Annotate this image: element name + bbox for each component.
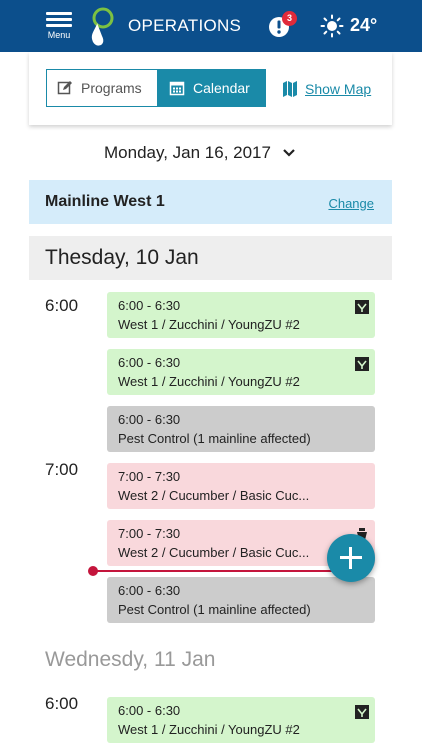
event-card[interactable]: 6:00 - 6:30 West 1 / Zucchini / YoungZU … bbox=[107, 697, 375, 743]
program-icon bbox=[355, 357, 369, 371]
alert-count-badge: 3 bbox=[282, 11, 297, 26]
current-time-line bbox=[93, 570, 355, 572]
change-mainline-link[interactable]: Change bbox=[328, 196, 374, 211]
event-label: Pest Control (1 mainline affected) bbox=[118, 602, 311, 617]
event-label: West 1 / Zucchini / YoungZU #2 bbox=[118, 374, 300, 389]
event-card[interactable]: 7:00 - 7:30 West 2 / Cucumber / Basic Cu… bbox=[107, 463, 375, 509]
event-time: 7:00 - 7:30 bbox=[118, 526, 181, 541]
drop-logo-icon bbox=[91, 7, 114, 46]
alerts-button[interactable]: 3 bbox=[266, 11, 298, 40]
show-map-label: Show Map bbox=[305, 81, 372, 97]
selected-date: Monday, Jan 16, 2017 bbox=[104, 143, 271, 162]
menu-button[interactable]: Menu bbox=[44, 10, 74, 42]
menu-label: Menu bbox=[47, 30, 71, 40]
menu-icon bbox=[46, 12, 72, 15]
view-tabs: Programs Calendar bbox=[46, 69, 266, 107]
time-label: 6:00 bbox=[45, 694, 79, 713]
day-header: Thesday, 10 Jan bbox=[29, 236, 392, 280]
view-switcher-card: Programs Calendar Show Map bbox=[29, 52, 392, 125]
sun-icon bbox=[320, 14, 344, 38]
tab-calendar-label: Calendar bbox=[193, 80, 250, 96]
plus-icon-stroke bbox=[349, 547, 352, 569]
event-time: 6:00 - 6:30 bbox=[118, 355, 181, 370]
menu-icon-bar bbox=[46, 18, 72, 21]
mainline-name: Mainline West 1 bbox=[45, 193, 165, 210]
event-card[interactable]: 6:00 - 6:30 Pest Control (1 mainline aff… bbox=[107, 406, 375, 452]
event-card[interactable]: 6:00 - 6:30 West 1 / Zucchini / YoungZU … bbox=[107, 292, 375, 338]
show-map-link[interactable]: Show Map bbox=[283, 79, 371, 99]
event-label: West 1 / Zucchini / YoungZU #2 bbox=[118, 722, 300, 737]
app-title: OPERATIONS bbox=[128, 16, 242, 35]
top-bar: Menu OPERATIONS 3 24° bbox=[0, 0, 422, 52]
event-time: 6:00 - 6:30 bbox=[118, 583, 181, 598]
date-selector[interactable]: Monday, Jan 16, 2017 bbox=[104, 142, 295, 164]
time-label: 7:00 bbox=[45, 460, 79, 479]
event-label: Pest Control (1 mainline affected) bbox=[118, 431, 311, 446]
event-card[interactable]: 6:00 - 6:30 Pest Control (1 mainline aff… bbox=[107, 577, 375, 623]
event-label: West 2 / Cucumber / Basic Cuc... bbox=[118, 488, 310, 503]
chevron-down-icon bbox=[283, 149, 295, 157]
add-event-button[interactable] bbox=[327, 534, 375, 582]
day-header: Wednesdy, 11 Jan bbox=[29, 638, 392, 682]
tab-programs-label: Programs bbox=[81, 80, 142, 96]
event-label: West 1 / Zucchini / YoungZU #2 bbox=[118, 317, 300, 332]
event-time: 6:00 - 6:30 bbox=[118, 298, 181, 313]
event-time: 7:00 - 7:30 bbox=[118, 469, 181, 484]
time-label: 6:00 bbox=[45, 296, 79, 315]
program-icon bbox=[355, 300, 369, 314]
mainline-bar: Mainline West 1 Change bbox=[29, 180, 392, 224]
calendar-icon bbox=[169, 81, 185, 96]
edit-icon bbox=[57, 81, 72, 95]
event-card[interactable]: 6:00 - 6:30 West 1 / Zucchini / YoungZU … bbox=[107, 349, 375, 395]
event-time: 6:00 - 6:30 bbox=[118, 703, 181, 718]
temperature: 24° bbox=[350, 15, 378, 35]
program-icon bbox=[355, 705, 369, 719]
map-icon bbox=[283, 81, 297, 97]
tab-programs[interactable]: Programs bbox=[47, 70, 157, 106]
tab-calendar[interactable]: Calendar bbox=[157, 70, 265, 106]
menu-icon-bar bbox=[46, 24, 72, 27]
weather-widget[interactable]: 24° bbox=[320, 12, 380, 40]
event-time: 6:00 - 6:30 bbox=[118, 412, 181, 427]
